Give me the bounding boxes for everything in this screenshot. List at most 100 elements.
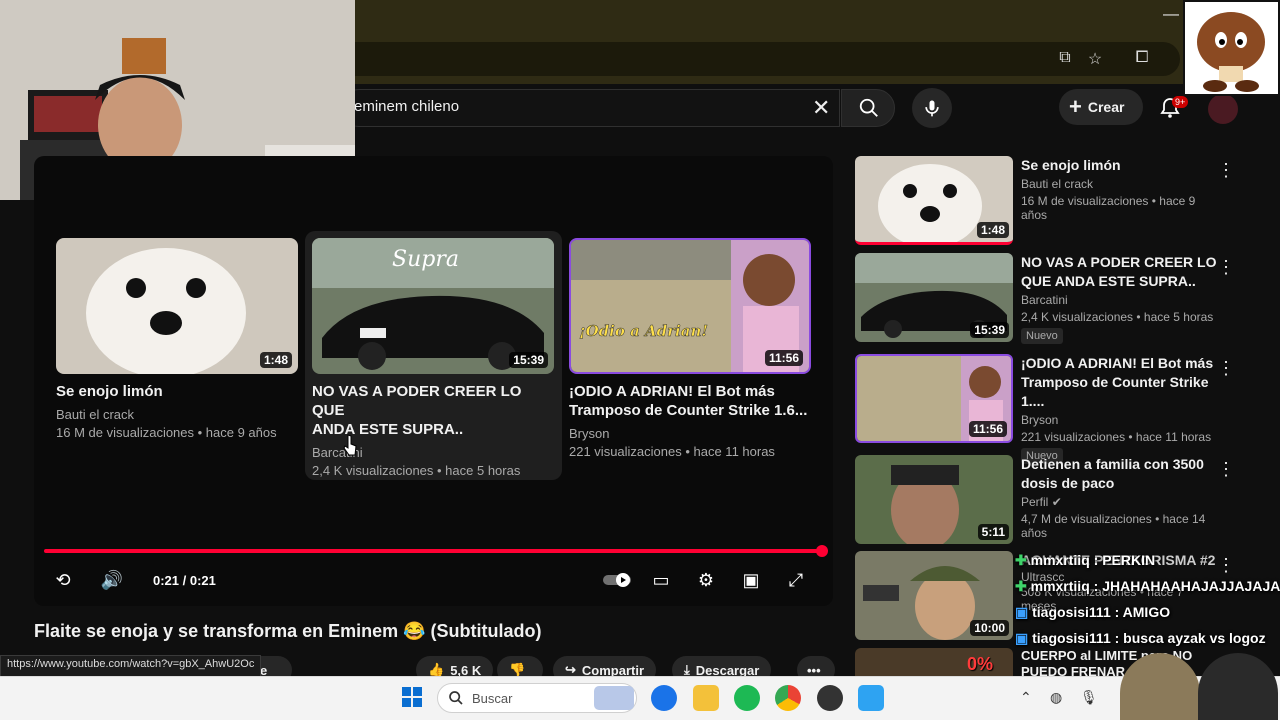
clear-search-icon[interactable]: ✕ — [812, 95, 830, 121]
chat-message: ✚ mmxrtiiq : PERKIN — [1015, 552, 1155, 569]
spotify-icon[interactable] — [734, 685, 760, 711]
supra-logo: Supra — [392, 247, 459, 272]
rec-title-line: Detienen a familia con 3500 — [1021, 456, 1204, 472]
rec-thumbnail[interactable]: 11:56 — [855, 354, 1013, 443]
endcard-title: NO VAS A PODER CREER LO QUE ANDA ESTE SU… — [312, 382, 554, 439]
chat-text: : AMIGO — [1114, 604, 1171, 620]
goomba-overlay-image — [1183, 0, 1280, 96]
network-icon[interactable]: ◍ — [1050, 689, 1062, 706]
endcard-thumbnail[interactable]: 1:48 — [56, 238, 298, 374]
duration-badge: 5:11 — [977, 524, 1009, 540]
voice-search-button[interactable] — [912, 88, 952, 128]
search-icon — [449, 691, 463, 705]
rec-thumbnail[interactable]: 15:39 — [855, 253, 1013, 342]
rec-channel[interactable]: Bryson — [1021, 413, 1221, 427]
endcard-video[interactable]: ¡Odio a Adrian! 11:56 ¡ODIO A ADRIAN! El… — [569, 238, 811, 459]
progress-scrubber[interactable] — [816, 545, 828, 557]
obs-icon[interactable] — [817, 685, 843, 711]
rec-meta: 221 visualizaciones • hace 11 horas — [1021, 430, 1212, 444]
duration-badge: 15:39 — [509, 352, 548, 368]
progress-bar[interactable] — [44, 549, 824, 553]
endcard-meta: 2,4 K visualizaciones • hace 5 horas — [312, 463, 521, 478]
settings-gear-icon[interactable]: ⚙ — [694, 568, 718, 592]
link-hover-status: https://www.youtube.com/watch?v=gbX_AhwU… — [0, 655, 262, 677]
create-label: Crear — [1087, 99, 1125, 115]
theater-mode-icon[interactable]: ▣ — [739, 568, 763, 592]
minimize-button[interactable]: — — [1163, 6, 1179, 24]
more-options-icon[interactable]: ⋮ — [1217, 358, 1235, 379]
endcard-title: Se enojo limón — [56, 382, 298, 401]
rec-title-line: NO VAS A PODER CREER LO — [1021, 254, 1217, 270]
extensions-icon[interactable]: ⧠ — [1132, 49, 1152, 69]
duration-badge: 10:00 — [970, 620, 1009, 636]
taskbar-search-placeholder: Buscar — [472, 690, 513, 706]
endcard-thumbnail[interactable]: Supra 15:39 — [312, 238, 554, 374]
autoplay-toggle[interactable] — [603, 568, 631, 592]
video-title: Flaite se enoja y se transforma en Emine… — [34, 621, 542, 641]
install-app-icon[interactable]: ⧉ — [1055, 49, 1075, 69]
rec-title-line: dosis de paco — [1021, 475, 1115, 491]
user-avatar[interactable] — [1208, 94, 1238, 124]
create-button[interactable]: + Crear — [1059, 89, 1143, 125]
rec-thumbnail-partial[interactable]: 0% — [855, 648, 1013, 676]
search-query-text: eminem chileno — [354, 98, 460, 115]
more-options-icon[interactable]: ⋮ — [1217, 459, 1235, 480]
windows-start-icon[interactable] — [402, 687, 422, 707]
endcard-channel[interactable]: Bryson — [569, 426, 811, 441]
endcard-meta: 221 visualizaciones • hace 11 horas — [569, 444, 775, 459]
endcard-video[interactable]: 1:48 Se enojo limón Bauti el crack 16 M … — [56, 238, 298, 440]
duration-badge: 11:56 — [968, 421, 1007, 437]
plus-icon: + — [1069, 94, 1082, 119]
search-button[interactable] — [841, 89, 895, 127]
chat-text: : busca ayzak vs logoz — [1114, 630, 1266, 646]
chat-message: ▣ tiagosisi111 : busca ayzak vs logoz — [1015, 630, 1266, 647]
volume-icon[interactable]: 🔊 — [100, 568, 124, 592]
endcard-title: ¡ODIO A ADRIAN! El Bot más Tramposo de C… — [569, 382, 811, 420]
time-display: 0:21 / 0:21 — [153, 573, 216, 588]
chat-user: tiagosisi111 — [1032, 604, 1111, 620]
search-highlight-icon — [594, 686, 634, 710]
chrome-icon[interactable] — [775, 685, 801, 711]
chat-user: mmxrtiiq — [1030, 552, 1090, 568]
rec-thumbnail[interactable]: 10:00 — [855, 551, 1013, 640]
chat-icon: ✚ — [1015, 578, 1027, 594]
edge-browser-icon[interactable] — [651, 685, 677, 711]
subtitles-icon[interactable]: ▭ — [649, 568, 673, 592]
duration-badge: 11:56 — [764, 350, 803, 366]
file-explorer-icon[interactable] — [693, 685, 719, 711]
endcard-thumbnail[interactable]: ¡Odio a Adrian! 11:56 — [569, 238, 811, 374]
more-options-icon[interactable]: ⋮ — [1217, 257, 1235, 278]
chat-user: tiagosisi111 — [1032, 630, 1111, 646]
bookmark-star-icon[interactable]: ☆ — [1085, 49, 1105, 69]
chat-text: : PERKIN — [1093, 552, 1156, 568]
fullscreen-icon[interactable]: ⤢ — [784, 568, 808, 592]
overlay-character-image — [1198, 653, 1278, 720]
rec-channel[interactable]: Barcatini — [1021, 293, 1221, 307]
rec-meta: 4,7 M de visualizaciones • hace 14 años — [1021, 512, 1206, 540]
rec-thumbnail[interactable]: 5:11 — [855, 455, 1013, 544]
microphone-icon — [925, 100, 939, 117]
rec-meta: 16 M de visualizaciones • hace 9 años — [1021, 194, 1196, 222]
endcard-title-line: Tramposo de Counter Strike 1.6... — [569, 402, 808, 419]
rec-title-line: ¡ODIO A ADRIAN! El Bot más — [1021, 355, 1214, 371]
microphone-tray-icon[interactable]: 🎙 — [1080, 689, 1098, 706]
chat-message: ▣ tiagosisi111 : AMIGO — [1015, 604, 1170, 621]
rec-title-line: Tramposo de Counter Strike 1.... — [1021, 374, 1209, 409]
rec-channel[interactable]: Bauti el crack — [1021, 177, 1221, 191]
tray-chevron-up-icon[interactable]: ⌃ — [1020, 689, 1032, 706]
percent-badge: 0% — [966, 654, 993, 674]
chat-text: : JHAHAHAAHAJAJJAJAJA — [1093, 578, 1280, 594]
rec-title: Se enojo limón — [1021, 157, 1121, 173]
mouse-cursor-icon — [343, 434, 357, 456]
app-f-icon[interactable] — [858, 685, 884, 711]
address-bar[interactable] — [300, 42, 1180, 76]
more-options-icon[interactable]: ⋮ — [1217, 555, 1235, 576]
endcard-channel[interactable]: Bauti el crack — [56, 407, 298, 422]
more-options-icon[interactable]: ⋮ — [1217, 160, 1235, 181]
chat-icon: ▣ — [1015, 604, 1029, 620]
rec-channel[interactable]: Perfil ✔ — [1021, 495, 1221, 509]
rec-thumbnail[interactable]: 1:48 — [855, 156, 1013, 245]
endcard-title-line: NO VAS A PODER CREER LO QUE — [312, 383, 522, 419]
replay-icon[interactable]: ⟲ — [51, 568, 75, 592]
chat-message: ✚ mmxrtiiq : JHAHAHAAHAJAJJAJAJA — [1015, 578, 1280, 595]
